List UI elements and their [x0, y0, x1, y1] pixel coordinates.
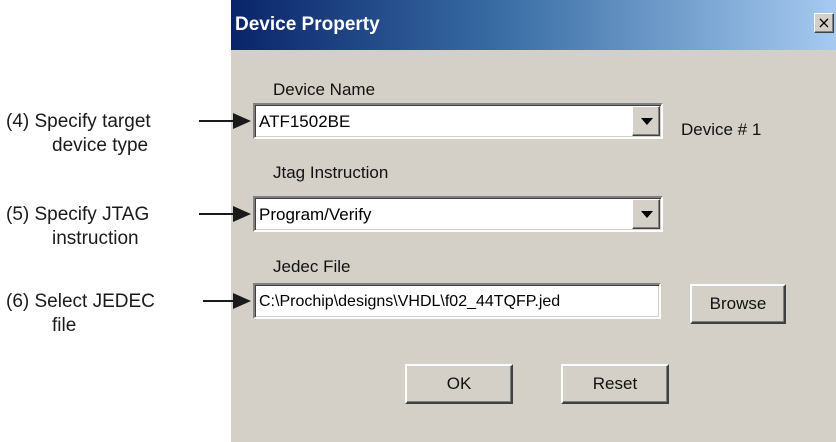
arrow-right-icon — [203, 293, 251, 309]
callout-arrows — [199, 113, 251, 309]
arrow-right-icon — [199, 113, 251, 129]
arrow-right-icon — [199, 206, 251, 222]
